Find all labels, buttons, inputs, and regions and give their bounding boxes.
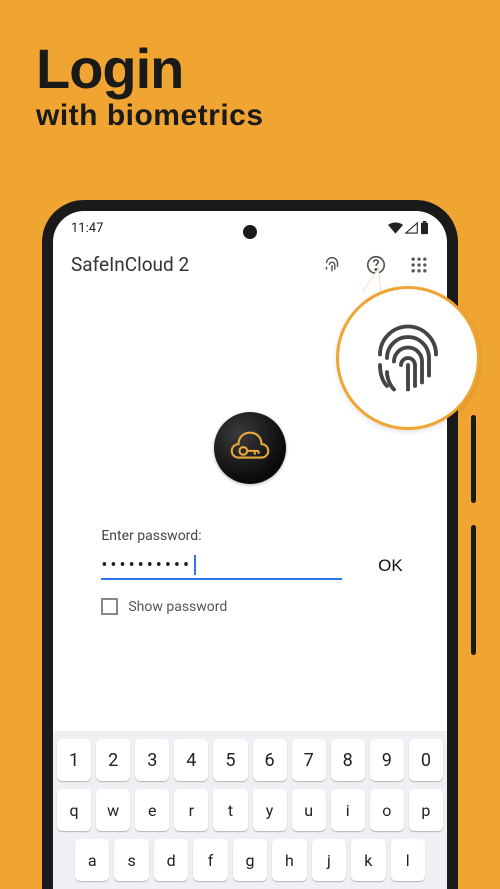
key-s[interactable]: s — [114, 839, 148, 881]
keyboard-row-letters-1: qwertyuiop — [57, 789, 443, 831]
key-h[interactable]: h — [272, 839, 306, 881]
key-8[interactable]: 8 — [331, 739, 365, 781]
key-3[interactable]: 3 — [135, 739, 169, 781]
fingerprint-icon[interactable] — [321, 254, 343, 276]
promo-text: Login with biometrics — [36, 36, 264, 133]
status-indicators — [388, 221, 429, 235]
show-password-label: Show password — [128, 599, 227, 615]
key-q[interactable]: q — [57, 789, 91, 831]
key-g[interactable]: g — [233, 839, 267, 881]
app-title: SafeInCloud 2 — [71, 253, 321, 276]
key-0[interactable]: 0 — [409, 739, 443, 781]
key-p[interactable]: p — [409, 789, 443, 831]
app-logo — [214, 412, 286, 484]
password-label: Enter password: — [101, 528, 408, 544]
show-password-row[interactable]: Show password — [101, 598, 408, 615]
fingerprint-large-icon — [366, 316, 450, 400]
key-u[interactable]: u — [292, 789, 326, 831]
ok-button[interactable]: OK — [372, 552, 409, 580]
phone-side-button — [471, 525, 476, 655]
key-d[interactable]: d — [154, 839, 188, 881]
keyboard-row-numbers: 1234567890 — [57, 739, 443, 781]
key-5[interactable]: 5 — [213, 739, 247, 781]
dialpad-icon[interactable] — [409, 255, 429, 275]
key-o[interactable]: o — [370, 789, 404, 831]
promo-title: Login — [36, 36, 264, 101]
keyboard: 1234567890 qwertyuiop asdfghjkl — [53, 731, 447, 889]
key-w[interactable]: w — [96, 789, 130, 831]
key-j[interactable]: j — [312, 839, 346, 881]
password-form: Enter password: •••••••••• OK Show passw… — [101, 528, 408, 615]
key-1[interactable]: 1 — [57, 739, 91, 781]
show-password-checkbox[interactable] — [101, 598, 118, 615]
wifi-icon — [388, 222, 403, 234]
phone-side-button — [471, 415, 476, 503]
password-masked-value: •••••••••• — [101, 555, 192, 576]
battery-icon — [420, 221, 429, 235]
key-2[interactable]: 2 — [96, 739, 130, 781]
fingerprint-callout — [336, 286, 480, 430]
key-a[interactable]: a — [75, 839, 109, 881]
password-input[interactable]: •••••••••• — [101, 552, 342, 580]
key-7[interactable]: 7 — [292, 739, 326, 781]
key-6[interactable]: 6 — [253, 739, 287, 781]
key-e[interactable]: e — [135, 789, 169, 831]
status-time: 11:47 — [71, 221, 103, 236]
key-9[interactable]: 9 — [370, 739, 404, 781]
key-y[interactable]: y — [253, 789, 287, 831]
phone-camera — [243, 225, 257, 239]
keyboard-row-letters-2: asdfghjkl — [57, 839, 443, 881]
signal-icon — [405, 222, 418, 234]
key-4[interactable]: 4 — [174, 739, 208, 781]
key-r[interactable]: r — [174, 789, 208, 831]
key-f[interactable]: f — [193, 839, 227, 881]
app-bar: SafeInCloud 2 — [53, 239, 447, 286]
key-t[interactable]: t — [213, 789, 247, 831]
key-i[interactable]: i — [331, 789, 365, 831]
input-cursor — [194, 555, 196, 575]
key-k[interactable]: k — [351, 839, 385, 881]
key-l[interactable]: l — [391, 839, 425, 881]
promo-subtitle: with biometrics — [36, 99, 264, 133]
